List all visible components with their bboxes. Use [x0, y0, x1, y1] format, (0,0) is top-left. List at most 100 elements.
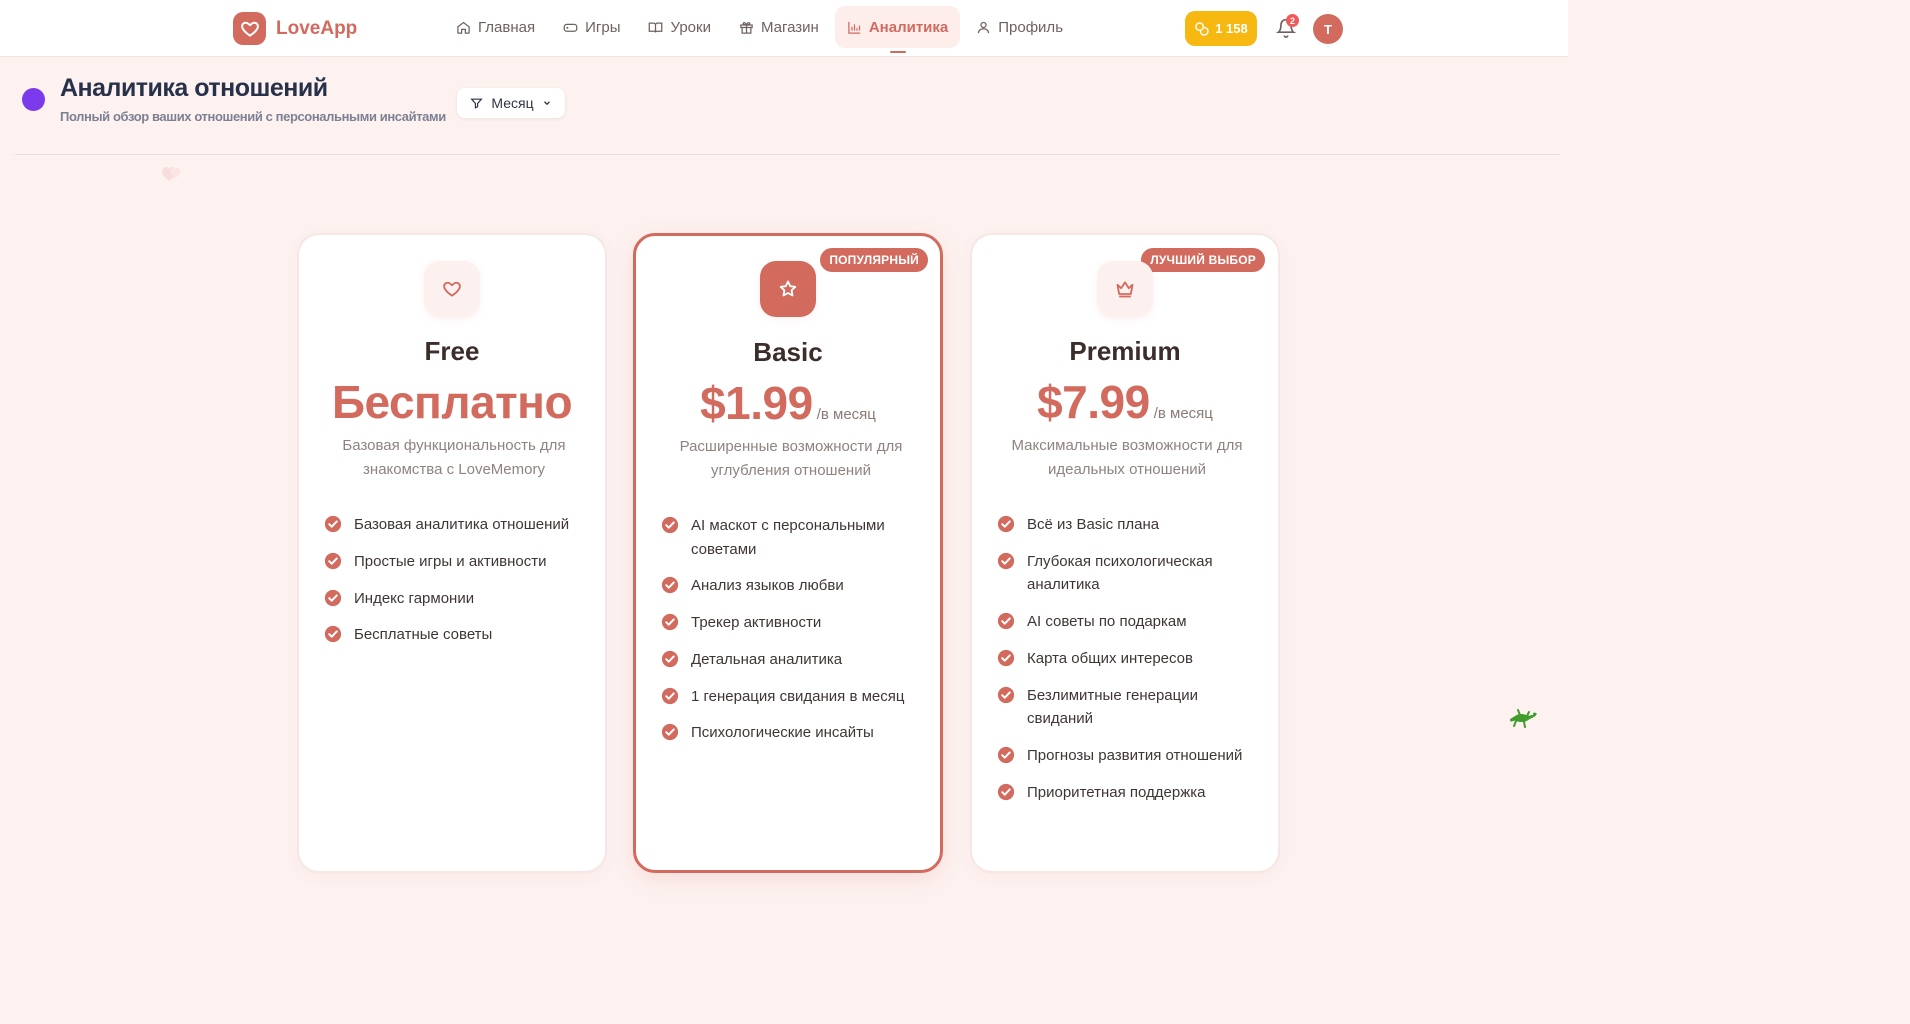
feature-item: Всё из Basic плана: [997, 513, 1262, 537]
gift-icon: [740, 21, 753, 34]
feature-text: Трекер активности: [691, 614, 822, 632]
check-circle-icon: [661, 650, 679, 667]
main-nav: Главная Игры Уроки Магазин Аналитика Про…: [444, 6, 1075, 53]
nav-label: Главная: [478, 18, 536, 36]
user-icon: [978, 21, 990, 33]
nav-label: Игры: [585, 18, 621, 36]
feature-item: Карта общих интересов: [997, 647, 1262, 671]
plan-period: /в месяц: [816, 406, 876, 423]
chevron-down-icon: [543, 101, 550, 106]
home-icon: [457, 21, 470, 34]
filter-icon: [470, 98, 484, 109]
best-choice-badge: ЛУЧШИЙ ВЫБОР: [1141, 248, 1265, 272]
nav-label: Магазин: [760, 18, 819, 36]
feature-text: AI советы по подаркам: [1027, 613, 1187, 631]
nav-item-lessons[interactable]: Уроки: [636, 6, 722, 48]
notification-count-badge: 2: [1286, 14, 1299, 27]
check-circle-icon: [661, 516, 679, 534]
feature-item: Глубокая психологическая аналитика: [997, 550, 1262, 597]
nav-item-analytics[interactable]: Аналитика: [834, 6, 961, 53]
feature-text: Глубокая психологическая аналитика: [1027, 552, 1213, 594]
feature-text: Приоритетная поддержка: [1027, 783, 1206, 801]
plan-name: Free: [424, 336, 480, 366]
feature-text: AI маскот с персональными советами: [691, 517, 885, 558]
heart-icon: [233, 12, 266, 45]
coins-icon: [1195, 22, 1209, 36]
mascot-gecko-icon[interactable]: [1506, 705, 1538, 729]
book-icon: [649, 22, 663, 33]
feature-item: Бесплатные советы: [324, 623, 589, 647]
check-circle-icon: [324, 552, 342, 569]
check-circle-icon: [997, 686, 1015, 703]
nav-item-home[interactable]: Главная: [444, 6, 547, 48]
price-row: $1.99/в месяц: [636, 376, 940, 430]
plan-description: Расширенные возможности для углубления о…: [679, 438, 903, 479]
plan-description: Базовая функциональность для знакомства …: [342, 437, 566, 478]
divider: [15, 154, 1560, 155]
feature-text: Анализ языков любви: [691, 577, 844, 595]
page-title: Аналитика отношений: [60, 74, 328, 102]
nav-label: Профиль: [998, 18, 1064, 36]
gamepad-icon: [563, 23, 578, 32]
check-circle-icon: [661, 577, 679, 594]
coins-count: 1 158: [1215, 21, 1248, 36]
feature-item: Базовая аналитика отношений: [324, 513, 589, 537]
feature-text: Карта общих интересов: [1027, 649, 1193, 667]
plan-card-free: Free Бесплатно Базовая функциональность …: [297, 233, 607, 873]
check-circle-icon: [997, 552, 1015, 569]
nav-label: Уроки: [670, 18, 711, 36]
period-filter-select[interactable]: Месяц: [457, 88, 565, 118]
check-circle-icon: [997, 515, 1015, 533]
feature-text: Бесплатные советы: [354, 626, 493, 644]
avatar[interactable]: T: [1313, 14, 1343, 44]
star-icon: [760, 261, 816, 317]
popular-badge: ПОПУЛЯРНЫЙ: [820, 248, 928, 272]
plan-price: $7.99: [1037, 376, 1150, 428]
feature-text: 1 генерация свидания в месяц: [691, 687, 905, 705]
bar-chart-icon: [848, 21, 860, 34]
plan-card-premium: ЛУЧШИЙ ВЫБОР Premium $7.99/в месяц Макси…: [970, 233, 1280, 873]
plan-price: $1.99: [700, 377, 813, 429]
coins-balance[interactable]: 1 158: [1185, 11, 1257, 46]
feature-item: Индекс гармонии: [324, 587, 589, 611]
nav-item-shop[interactable]: Магазин: [727, 6, 831, 48]
feature-text: Прогнозы развития отношений: [1027, 746, 1243, 764]
feature-text: Психологические инсайты: [691, 724, 874, 742]
floating-hearts-decoration: [162, 167, 181, 181]
crown-icon: [1097, 261, 1153, 317]
feature-item: Приоритетная поддержка: [997, 781, 1262, 805]
nav-item-games[interactable]: Игры: [551, 6, 632, 48]
feature-item: Психологические инсайты: [661, 721, 926, 745]
check-circle-icon: [997, 649, 1015, 666]
feature-text: Детальная аналитика: [691, 650, 843, 668]
app-name: LoveApp: [276, 17, 358, 39]
feature-text: Базовая аналитика отношений: [354, 516, 570, 533]
check-circle-icon: [661, 687, 679, 704]
nav-label: Аналитика: [868, 18, 949, 36]
feature-item: AI маскот с персональными советами: [661, 514, 926, 561]
plan-price: Бесплатно: [331, 376, 573, 428]
check-circle-icon: [997, 783, 1015, 800]
price-row: $7.99/в месяц: [972, 375, 1278, 429]
plan-name: Premium: [1069, 336, 1181, 366]
check-circle-icon: [661, 724, 679, 741]
check-circle-icon: [324, 626, 342, 643]
check-circle-icon: [324, 515, 342, 533]
feature-item: Трекер активности: [661, 611, 926, 635]
feature-text: Всё из Basic плана: [1027, 516, 1160, 533]
feature-item: Прогнозы развития отношений: [997, 744, 1262, 768]
check-circle-icon: [661, 613, 679, 631]
plan-card-basic: ПОПУЛЯРНЫЙ Basic $1.99/в месяц Расширенн…: [633, 233, 943, 873]
feature-text: Простые игры и активности: [354, 552, 547, 570]
check-circle-icon: [997, 746, 1015, 764]
top-navigation-bar: LoveApp Главная Игры Уроки Магазин Анали…: [0, 0, 1568, 57]
price-row: Бесплатно: [299, 375, 605, 429]
feature-text: Индекс гармонии: [354, 589, 475, 607]
feature-text: Безлимитные генерации свиданий: [1027, 686, 1198, 728]
status-dot: [22, 88, 45, 111]
app-logo[interactable]: LoveApp: [233, 12, 357, 45]
feature-item: Анализ языков любви: [661, 574, 926, 598]
feature-item: Безлимитные генерации свиданий: [997, 684, 1262, 731]
nav-item-profile[interactable]: Профиль: [964, 6, 1075, 48]
filter-label: Месяц: [491, 95, 534, 111]
